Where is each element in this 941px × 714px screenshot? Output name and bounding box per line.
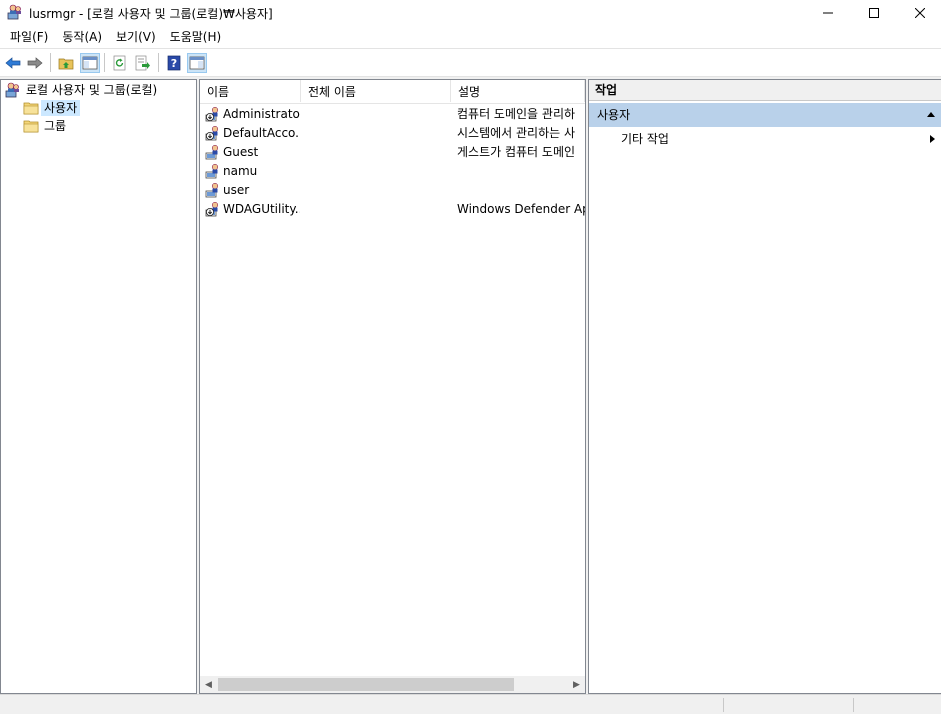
disabled-user-icon [205, 125, 221, 141]
user-name: user [223, 183, 250, 197]
collapse-caret-icon[interactable] [927, 112, 935, 117]
users-computer-icon [7, 4, 23, 20]
tree-item-groups[interactable]: 그룹 [23, 117, 69, 135]
table-row[interactable]: user [200, 181, 585, 200]
toolbar-separator [158, 53, 159, 72]
user-description: 게스트가 컴퓨터 도메인 [457, 145, 576, 159]
user-icon [205, 182, 221, 198]
actions-section-label: 사용자 [597, 108, 631, 122]
show-hide-console-tree-icon [82, 56, 98, 70]
back-button[interactable] [3, 53, 23, 73]
tree-root-label: 로컬 사용자 및 그룹(로컬) [26, 83, 158, 97]
user-description [457, 162, 585, 181]
help-button[interactable]: ? [164, 53, 184, 73]
svg-text:?: ? [171, 57, 177, 70]
status-divider [723, 698, 724, 712]
table-row[interactable]: Administrator 컴퓨터 도메인을 관리하 [200, 105, 585, 124]
menu-file[interactable]: 파일(F) [3, 27, 55, 47]
up-one-level-button[interactable] [56, 53, 76, 73]
scroll-left-button[interactable]: ◀ [200, 676, 217, 693]
toolbar-separator-line [0, 76, 941, 77]
folder-icon [23, 102, 39, 115]
actions-pane: 작업 사용자 기타 작업 [588, 79, 941, 694]
toolbar: ? [0, 49, 941, 76]
show-hide-console-tree-button[interactable] [80, 53, 100, 73]
tree-item-label: 사용자 [41, 100, 81, 116]
actions-header: 작업 [589, 80, 941, 101]
status-divider [853, 698, 854, 712]
submenu-arrow-icon[interactable] [930, 135, 935, 143]
refresh-button[interactable] [110, 53, 130, 73]
user-name: Administrator [223, 107, 300, 121]
forward-arrow-icon [27, 57, 43, 69]
menu-help[interactable]: 도움말(H) [163, 27, 229, 47]
user-icon [205, 144, 221, 160]
user-description: 시스템에서 관리하는 사 [457, 126, 576, 140]
status-bar [0, 694, 941, 714]
export-list-button[interactable] [133, 53, 153, 73]
column-header-full-name[interactable]: 전체 이름 [301, 80, 451, 102]
scroll-right-button[interactable]: ▶ [568, 676, 585, 693]
tree-item-label: 그룹 [44, 119, 67, 133]
toolbar-separator [104, 53, 105, 72]
tree-item-users[interactable]: 사용자 [23, 99, 81, 117]
help-icon: ? [167, 55, 181, 71]
table-row[interactable]: DefaultAcco... 시스템에서 관리하는 사 [200, 124, 585, 143]
tree-root[interactable]: 로컬 사용자 및 그룹(로컬) [5, 81, 160, 99]
column-header-description[interactable]: 설명 [451, 80, 585, 102]
minimize-icon [823, 12, 833, 13]
users-computer-icon [5, 82, 19, 98]
user-icon [205, 163, 221, 179]
column-header-name[interactable]: 이름 [200, 80, 301, 102]
scrollbar-thumb[interactable] [218, 678, 514, 691]
menu-bar: 파일(F) 동작(A) 보기(V) 도움말(H) [0, 25, 941, 48]
list-header: 이름 전체 이름 설명 [200, 80, 585, 104]
refresh-icon [113, 55, 126, 71]
disabled-user-icon [205, 201, 221, 217]
user-description: Windows Defender App [457, 202, 585, 216]
result-list: 이름 전체 이름 설명 Administrator 컴퓨터 도메인을 관리하 Def… [199, 79, 586, 694]
back-arrow-icon [5, 57, 21, 69]
show-hide-action-pane-icon [189, 56, 205, 70]
table-row[interactable]: WDAGUtility... Windows Defender App [200, 200, 585, 219]
menu-action[interactable]: 동작(A) [55, 27, 109, 47]
user-name: namu [223, 164, 258, 178]
user-name: Guest [223, 145, 259, 159]
table-row[interactable]: namu [200, 162, 585, 181]
menu-view[interactable]: 보기(V) [109, 27, 163, 47]
toolbar-separator [50, 53, 51, 72]
console-tree: 로컬 사용자 및 그룹(로컬) 사용자 그룹 [0, 79, 197, 694]
user-name: DefaultAcco... [223, 126, 300, 140]
user-name: WDAGUtility... [223, 202, 300, 216]
maximize-icon [869, 7, 879, 18]
table-row[interactable]: Guest 게스트가 컴퓨터 도메인 [200, 143, 585, 162]
disabled-user-icon [205, 106, 221, 122]
action-more-actions[interactable]: 기타 작업 [621, 130, 669, 148]
window-title: lusrmgr - [로컬 사용자 및 그룹(로컬)₩사용자] [29, 7, 273, 21]
folder-icon [23, 120, 39, 133]
minimize-button[interactable] [805, 0, 851, 25]
close-button[interactable] [897, 0, 941, 25]
export-list-icon [135, 55, 150, 71]
title-bar: lusrmgr - [로컬 사용자 및 그룹(로컬)₩사용자] [0, 0, 941, 25]
user-description: 컴퓨터 도메인을 관리하 [457, 107, 576, 121]
forward-button[interactable] [25, 53, 45, 73]
user-description [457, 181, 585, 200]
close-icon [915, 7, 925, 18]
up-folder-icon [58, 58, 74, 70]
actions-section-users[interactable]: 사용자 [589, 103, 941, 127]
show-hide-action-pane-button[interactable] [187, 53, 207, 73]
maximize-button[interactable] [851, 0, 897, 25]
horizontal-scrollbar[interactable]: ◀ ▶ [200, 676, 585, 693]
